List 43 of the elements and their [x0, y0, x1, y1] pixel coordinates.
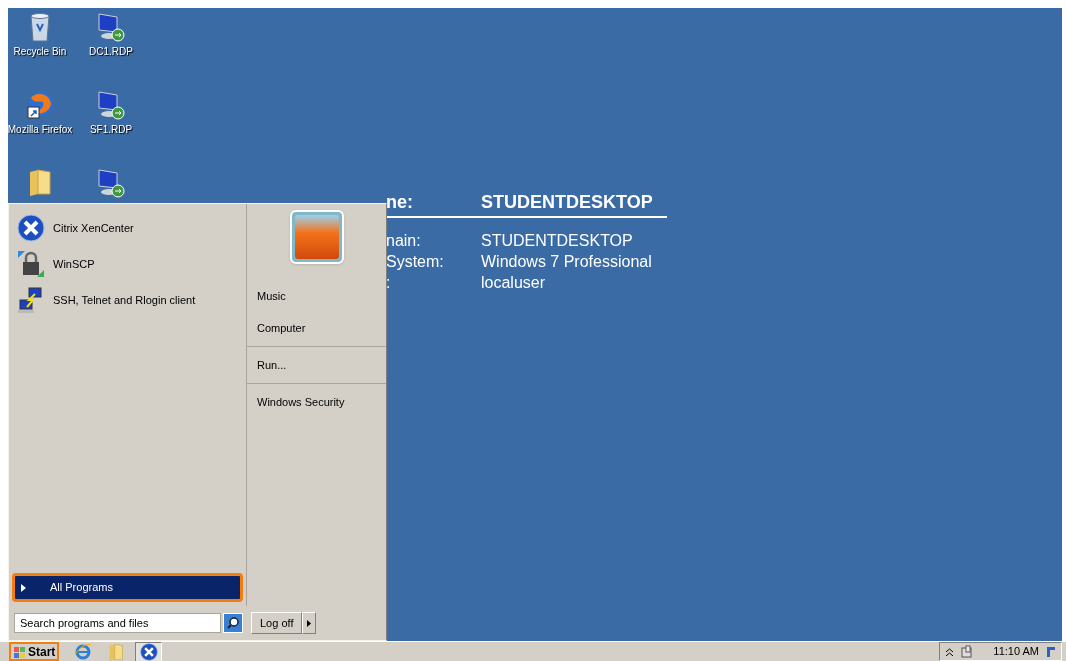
taskbar-button[interactable] [135, 641, 163, 661]
icon-label[interactable]: DC1.RDP [89, 44, 133, 59]
search-button[interactable] [223, 613, 243, 633]
shutdown-options-button[interactable] [302, 612, 317, 634]
info-label: nain: [386, 231, 422, 251]
windows-logo-icon [13, 645, 27, 658]
monitor-icon[interactable] [96, 12, 126, 42]
program-item[interactable]: WinSCP [12, 246, 243, 282]
x-circle-icon [17, 214, 45, 242]
caret-icon [307, 619, 312, 627]
caret-icon [21, 583, 26, 592]
e-globe-icon [73, 642, 92, 661]
menu-item[interactable]: Run... [247, 349, 386, 381]
recycle-bin-icon[interactable] [28, 12, 52, 42]
icon-label[interactable]: Mozilla Firefox [7, 122, 73, 137]
chevron-up-icon[interactable] [946, 647, 954, 656]
icon-label[interactable]: Recycle Bin [13, 44, 67, 59]
monitor-icon[interactable] [96, 168, 126, 198]
info-value: STUDENTDESKTOP [481, 231, 633, 251]
clock: 11:10 AM [993, 644, 1039, 660]
info-label: ne: [386, 191, 414, 214]
search-icon [226, 616, 240, 630]
folder-icon[interactable] [28, 168, 52, 196]
program-item[interactable]: Citrix XenCenter [12, 210, 243, 246]
program-item[interactable]: SSH, Telnet and Rlogin client [12, 282, 243, 318]
menu-item[interactable]: Windows Security [247, 386, 386, 418]
info-value: localuser [481, 273, 546, 293]
show-desktop-icon[interactable] [1047, 646, 1055, 657]
search-field[interactable]: Search programs and files [14, 613, 221, 633]
start-button[interactable]: Start [9, 642, 60, 661]
icon-label[interactable]: SF1.RDP [89, 122, 133, 137]
monitor-icon[interactable] [96, 90, 126, 120]
padlock-icon [17, 250, 45, 278]
info-label: : [386, 273, 392, 293]
all-programs-item[interactable]: All Programs [12, 573, 243, 602]
user-picture [289, 210, 344, 264]
menu-item[interactable]: Music [247, 280, 386, 312]
computers-lightning-icon [17, 286, 45, 314]
info-value: Windows 7 Professional [481, 252, 652, 272]
host-name-value: STUDENTDESKTOP [481, 191, 653, 214]
menu-item[interactable]: Computer [247, 312, 386, 344]
info-label: System: [386, 252, 445, 272]
log-off-button[interactable]: Log off [251, 612, 303, 634]
